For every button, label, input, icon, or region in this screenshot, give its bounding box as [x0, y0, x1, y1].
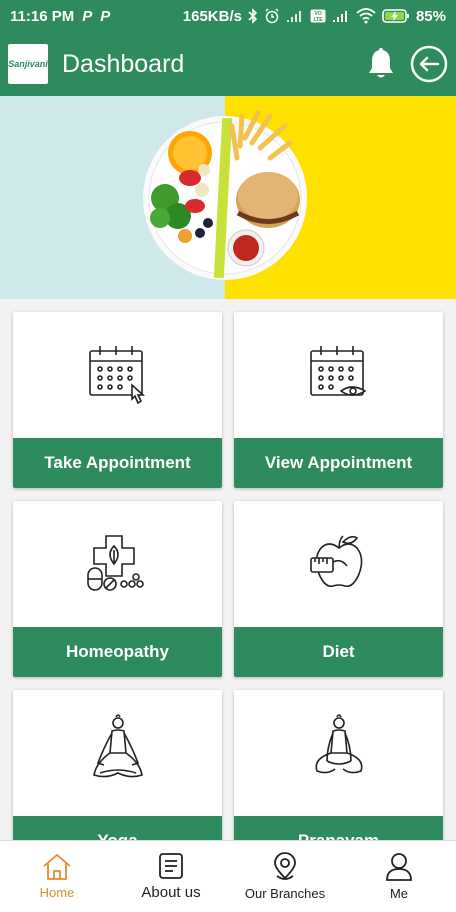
pranayam-pose-icon [315, 714, 362, 774]
home-icon [43, 854, 71, 880]
nav-label: About us [141, 884, 201, 901]
nav-home[interactable]: Home [0, 841, 114, 912]
tile-take-appointment[interactable]: Take Appointment [13, 312, 222, 488]
battery-charging-icon [382, 9, 409, 23]
nav-about-us[interactable]: About us [114, 841, 228, 912]
tile-view-appointment[interactable]: View Appointment [234, 312, 443, 488]
tile-label: Take Appointment [13, 438, 222, 488]
status-time: 11:16 PM [10, 7, 75, 25]
calendar-click-icon [88, 346, 145, 405]
tile-icon-area [13, 312, 222, 438]
svg-text:LTE: LTE [313, 17, 323, 23]
nav-label: Our Branches [244, 886, 326, 901]
apple-tape-icon [309, 535, 362, 588]
tile-icon-area [234, 690, 443, 816]
logo-text: Sanjivani [8, 59, 48, 69]
signal-icon [286, 11, 301, 22]
tile-diet[interactable]: Diet [234, 501, 443, 677]
bottom-navigation: Home About us Our Branches Me [0, 840, 456, 912]
tile-icon-area [13, 501, 222, 627]
volte-icon: VOLTE [310, 9, 326, 23]
alarm-icon [265, 8, 279, 24]
page-title: Dashboard [62, 49, 185, 78]
nav-label: Home [39, 885, 75, 900]
status-bar: 11:16 PM P P 165KB/s VO LTE 85% [0, 0, 456, 32]
tile-icon-area [234, 312, 443, 438]
location-pin-icon [274, 852, 296, 880]
notification-p-icon: P [82, 7, 93, 25]
wifi-icon [356, 8, 376, 24]
nav-label: Me [389, 886, 409, 901]
food-plate-image [143, 110, 307, 280]
yoga-pose-icon [92, 714, 143, 778]
battery-percent: 85% [415, 7, 446, 25]
tile-label: Diet [234, 627, 443, 677]
medical-cross-pills-icon [86, 535, 144, 591]
logout-icon[interactable] [410, 45, 448, 83]
tile-icon-area [234, 501, 443, 627]
tile-icon-area [13, 690, 222, 816]
notification-p-icon: P [100, 7, 111, 25]
bluetooth-icon [248, 8, 258, 24]
app-bar: Sanjivani Dashboard [0, 32, 456, 96]
bell-icon[interactable] [366, 47, 396, 81]
nav-me[interactable]: Me [342, 841, 456, 912]
tile-homeopathy[interactable]: Homeopathy [13, 501, 222, 677]
user-icon [386, 853, 412, 881]
network-speed: 165KB/s [182, 7, 242, 25]
hero-banner [0, 96, 456, 299]
calendar-view-icon [309, 346, 367, 396]
tile-label: Homeopathy [13, 627, 222, 677]
tile-label: View Appointment [234, 438, 443, 488]
4g-signal-icon [332, 11, 347, 22]
document-icon [159, 853, 183, 879]
app-logo: Sanjivani [8, 44, 48, 84]
nav-our-branches[interactable]: Our Branches [228, 841, 342, 912]
